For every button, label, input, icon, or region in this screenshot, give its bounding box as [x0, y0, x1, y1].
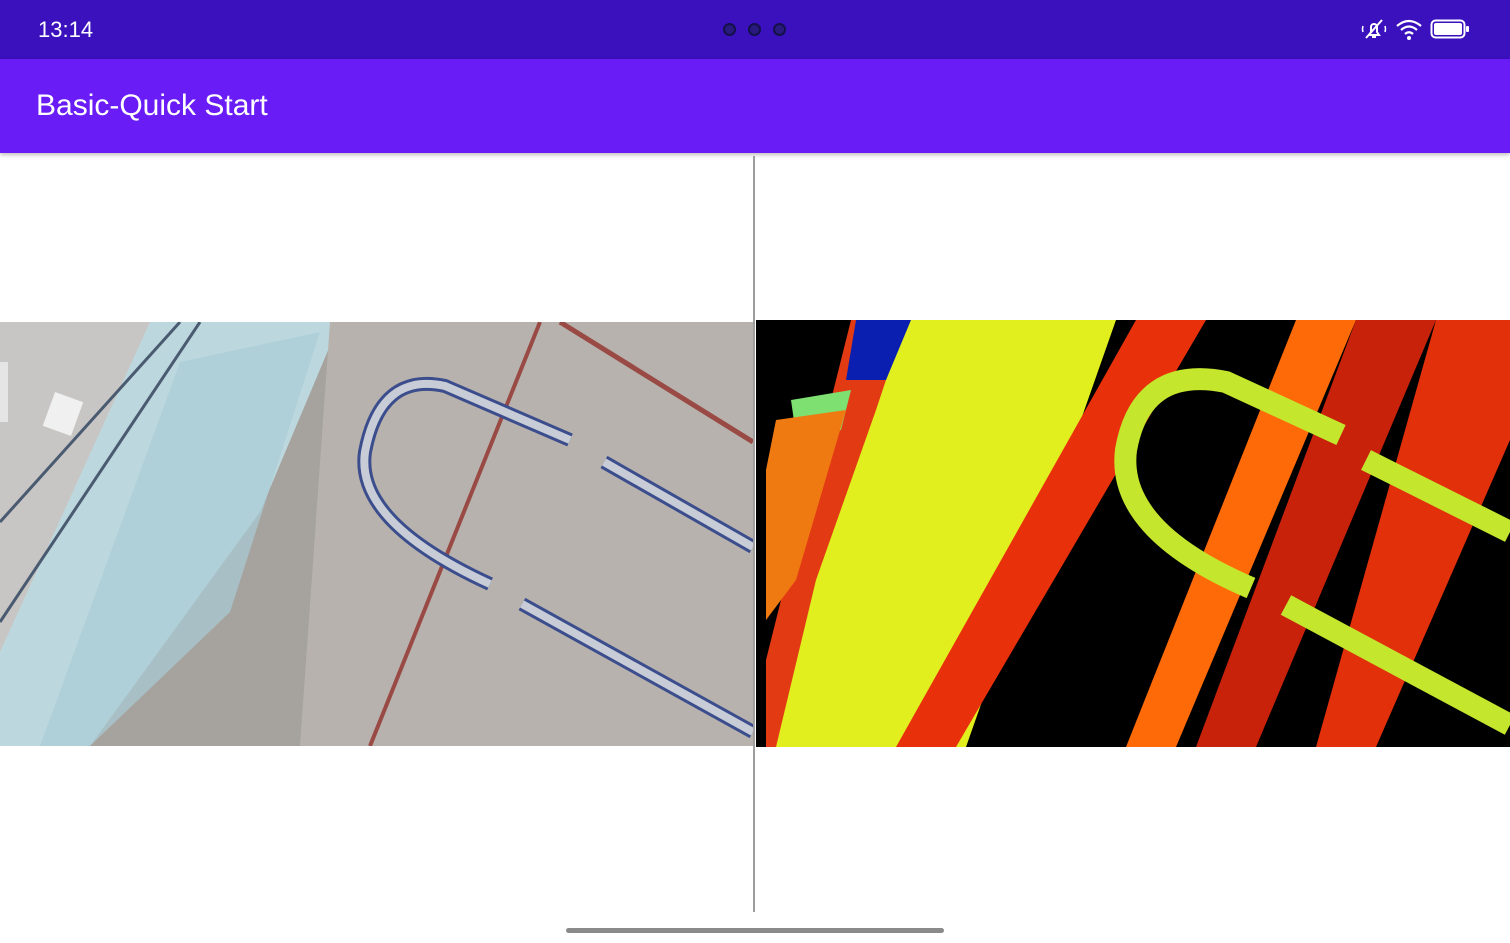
notifications-muted-icon: [1361, 19, 1387, 39]
status-time: 13:14: [38, 17, 94, 42]
depth-colormap-view: [756, 320, 1510, 747]
dot-icon: [748, 23, 761, 36]
rgb-camera-view: [0, 322, 753, 746]
wifi-icon: [1396, 19, 1422, 40]
status-bar: 13:14: [0, 0, 1510, 59]
dot-icon: [723, 23, 736, 36]
panel-divider: [753, 156, 755, 912]
dot-icon: [773, 23, 786, 36]
home-indicator[interactable]: [566, 928, 944, 933]
status-icons: [1360, 16, 1470, 42]
app-title: Basic-Quick Start: [36, 89, 268, 122]
app-bar: Basic-Quick Start: [0, 59, 1510, 153]
battery-icon: [1430, 19, 1469, 39]
status-dots[interactable]: [723, 23, 786, 36]
